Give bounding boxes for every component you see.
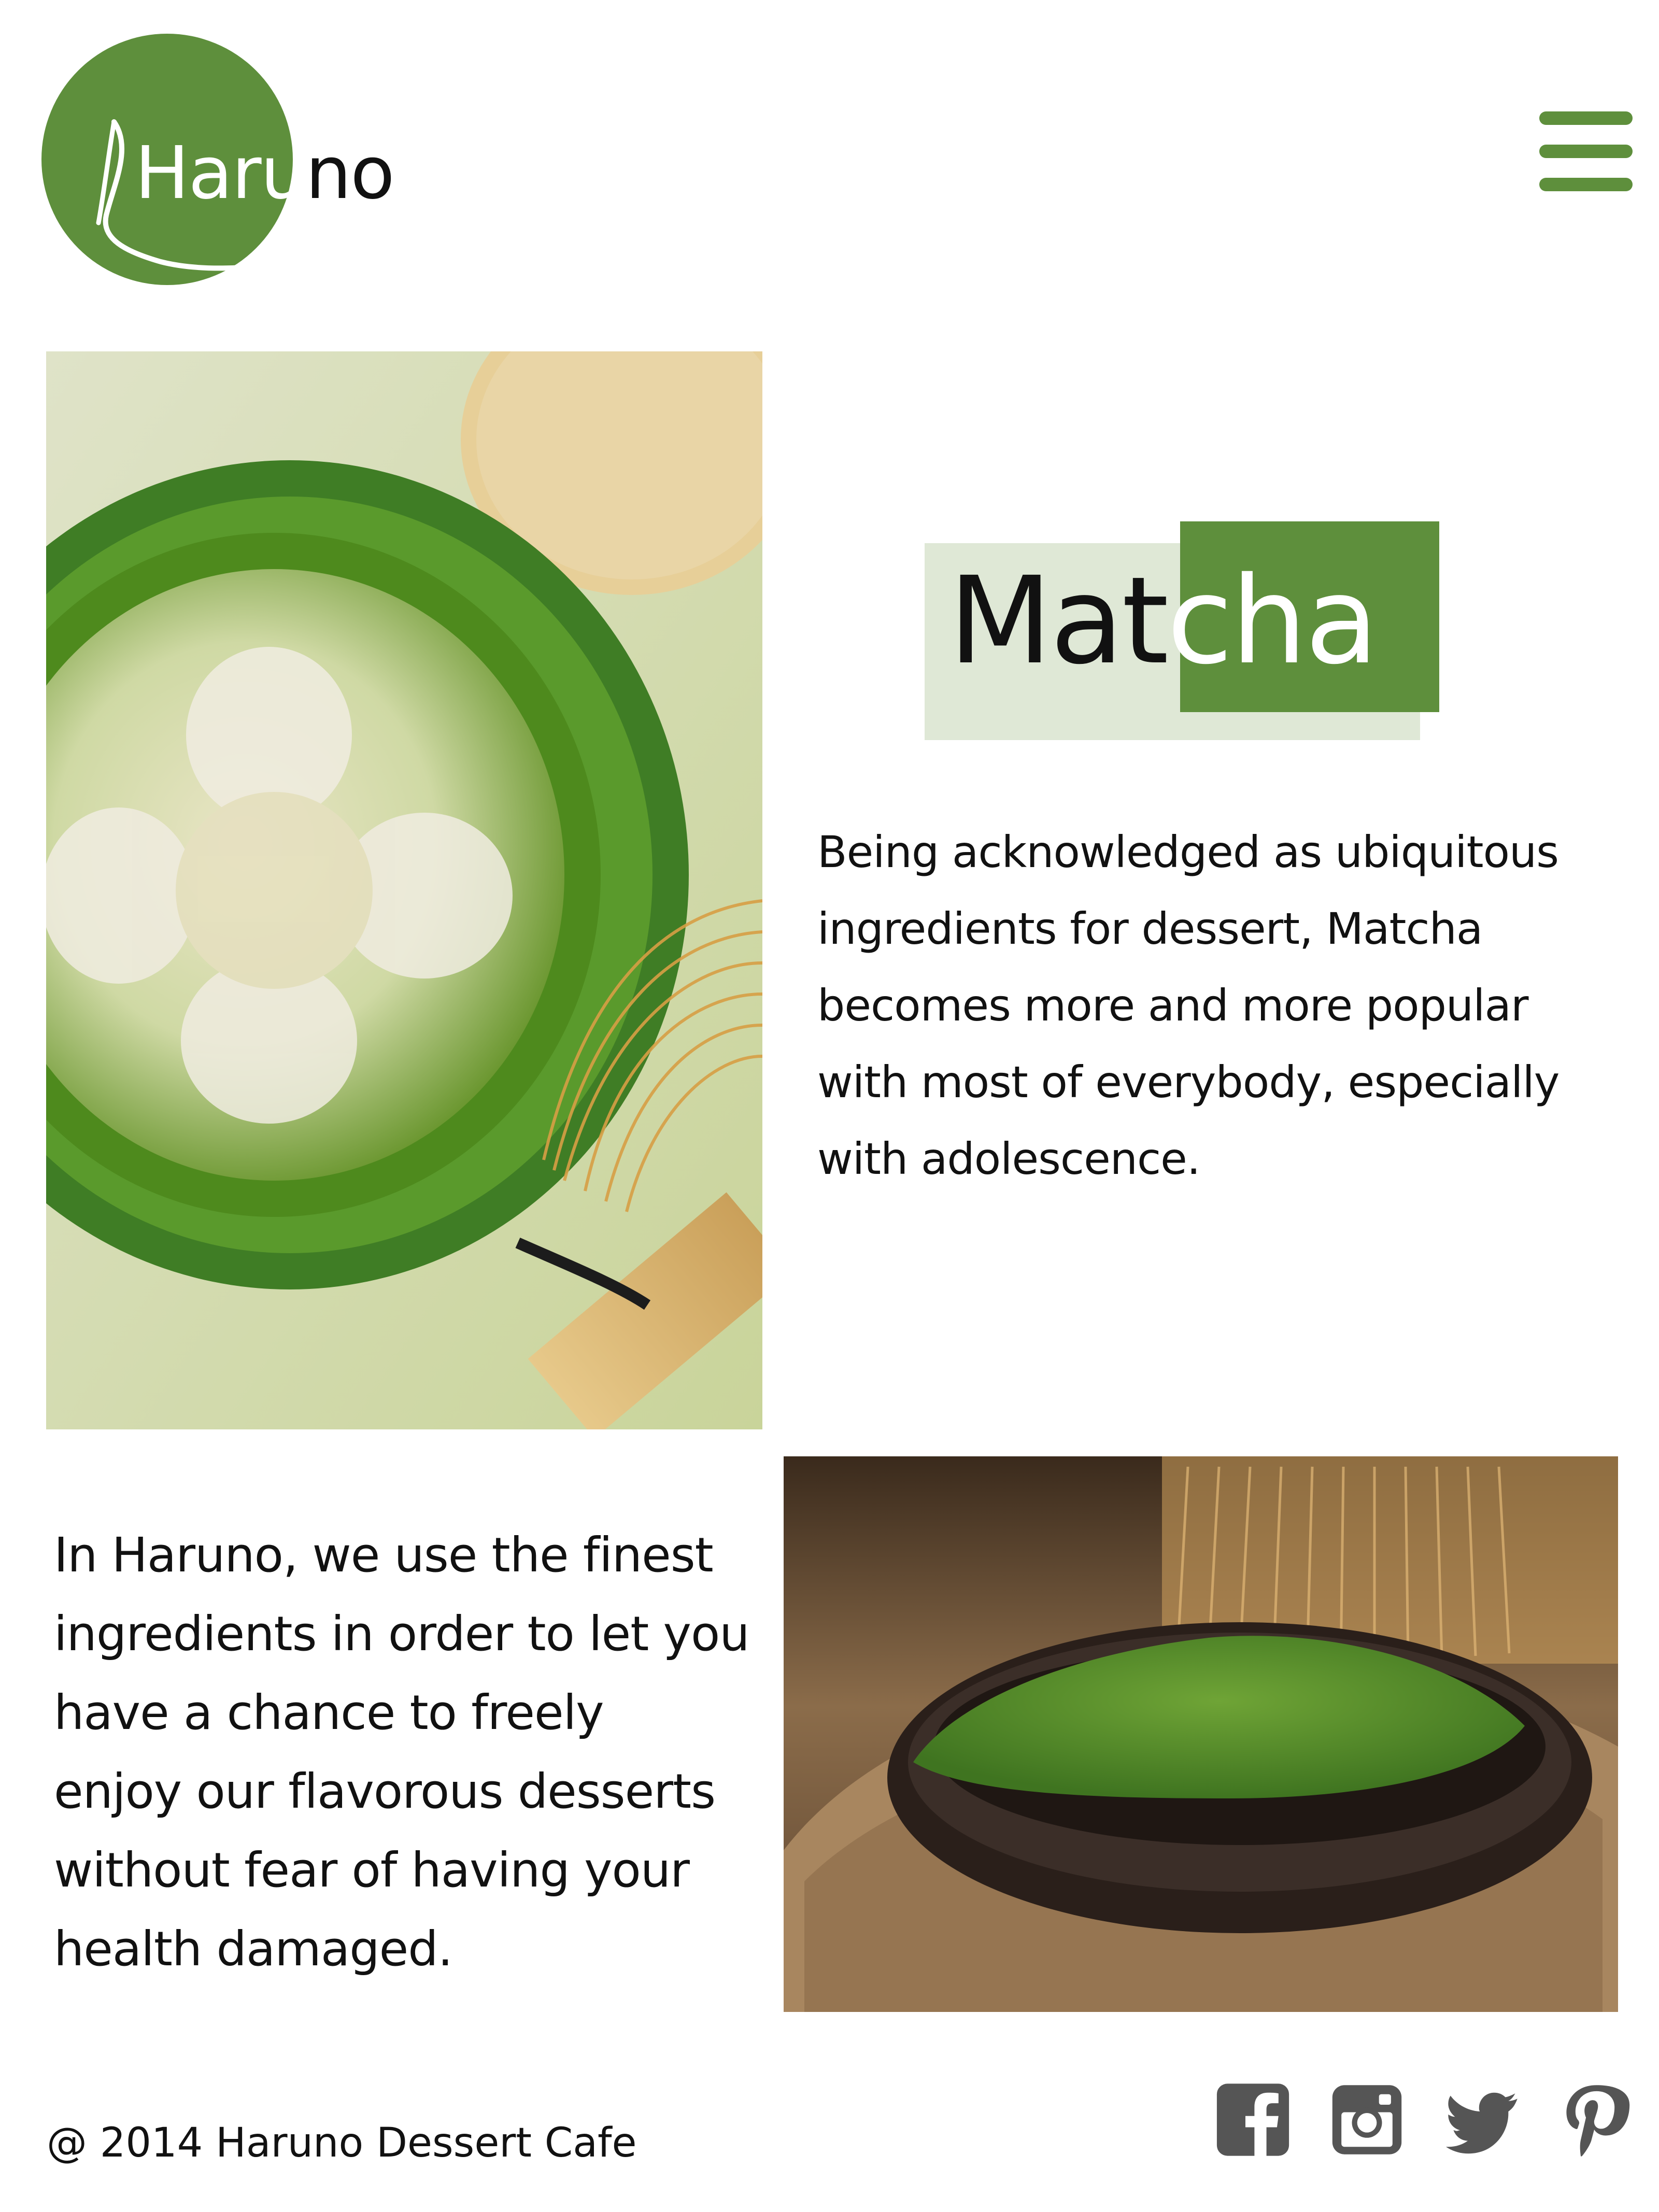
facebook-link[interactable] (1215, 2081, 1291, 2159)
instagram-icon (1332, 2085, 1402, 2154)
page-title: Matcha (948, 561, 1379, 681)
copyright-text: @ 2014 Haruno Dessert Cafe (47, 2120, 637, 2166)
pinterest-icon (1566, 2085, 1630, 2157)
quality-paragraph: In Haruno, we use the finest ingredients… (54, 1527, 750, 1977)
intro-paragraph: Being acknowledged as ubiquitous ingredi… (817, 827, 1560, 1184)
matcha-powder-image (784, 1456, 1618, 2012)
logo-swirl-icon (96, 119, 288, 271)
matcha-latte-image (46, 351, 762, 1429)
menu-button[interactable] (1539, 111, 1633, 192)
facebook-icon (1216, 2083, 1289, 2158)
title-part-dark: Mat (948, 551, 1169, 691)
title-part-light: cha (1167, 551, 1379, 691)
logo[interactable]: Haruno (41, 34, 395, 288)
instagram-link[interactable] (1329, 2081, 1405, 2159)
twitter-icon (1446, 2092, 1518, 2154)
twitter-link[interactable] (1446, 2081, 1521, 2159)
pinterest-link[interactable] (1557, 2081, 1633, 2159)
